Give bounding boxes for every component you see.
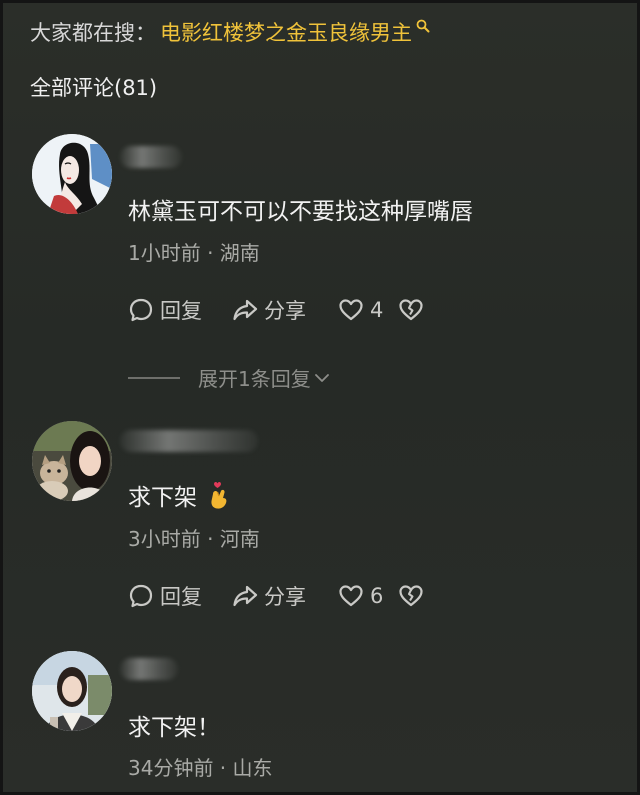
- comments-count-heading: 全部评论(81): [30, 72, 157, 102]
- username-blurred[interactable]: [120, 430, 258, 452]
- like-button[interactable]: 4: [338, 297, 398, 323]
- search-suggestion-bar: 大家都在搜： 电影红楼梦之金玉良缘男主: [30, 16, 430, 48]
- share-icon: [233, 299, 258, 321]
- heart-icon: [339, 585, 363, 607]
- broken-heart-icon: [399, 299, 423, 321]
- reply-icon: [129, 584, 153, 608]
- dislike-button[interactable]: [398, 297, 430, 323]
- avatar-illustration: [32, 134, 112, 214]
- divider-line: [128, 376, 180, 379]
- comments-count-label: 全部评论(81): [30, 76, 158, 100]
- comment-meta: 1小时前 · 湖南: [128, 241, 260, 265]
- expand-replies-button[interactable]: 展开1条回复: [128, 363, 331, 392]
- reply-label: 回复: [160, 585, 202, 609]
- share-button[interactable]: 分享: [232, 581, 338, 611]
- username-blurred[interactable]: [120, 146, 182, 168]
- broken-heart-icon: [399, 585, 423, 607]
- avatar[interactable]: [32, 651, 112, 731]
- search-icon[interactable]: [416, 19, 430, 33]
- like-count: 6: [370, 584, 384, 608]
- comment-meta: 3小时前 · 河南: [128, 527, 260, 551]
- comment-actions: 回复 分享 6: [128, 580, 430, 612]
- comment-text: 求下架: [128, 478, 233, 512]
- dislike-button[interactable]: [398, 583, 430, 609]
- username-blurred[interactable]: [120, 658, 178, 680]
- reply-button[interactable]: 回复: [128, 295, 232, 325]
- expand-replies-label: 展开1条回复: [198, 367, 311, 391]
- pinching-hand-heart-emoji-icon: [211, 482, 227, 509]
- reply-icon: [129, 298, 153, 322]
- reply-label: 回复: [160, 299, 202, 323]
- share-label: 分享: [264, 299, 306, 323]
- avatar-photo: [32, 651, 112, 731]
- avatar[interactable]: [32, 421, 112, 501]
- share-label: 分享: [264, 585, 306, 609]
- chevron-down-icon: [314, 373, 329, 382]
- comment-text: 林黛玉可不可以不要找这种厚嘴唇: [128, 199, 473, 225]
- comment-text-content: 求下架: [128, 485, 197, 511]
- comment-actions: 回复 分享 4: [128, 294, 430, 326]
- share-icon: [233, 585, 258, 607]
- avatar-photo: [32, 421, 112, 501]
- comment-text: 求下架！: [128, 715, 220, 741]
- heart-icon: [339, 299, 363, 321]
- share-button[interactable]: 分享: [232, 295, 338, 325]
- reply-button[interactable]: 回复: [128, 581, 232, 611]
- comment-meta: 34分钟前 · 山东: [128, 756, 273, 780]
- search-suggestion-link[interactable]: 电影红楼梦之金玉良缘男主: [160, 17, 412, 47]
- like-count: 4: [370, 298, 384, 322]
- search-suggestion-label: 大家都在搜：: [30, 21, 156, 45]
- like-button[interactable]: 6: [338, 583, 398, 609]
- avatar[interactable]: [32, 134, 112, 214]
